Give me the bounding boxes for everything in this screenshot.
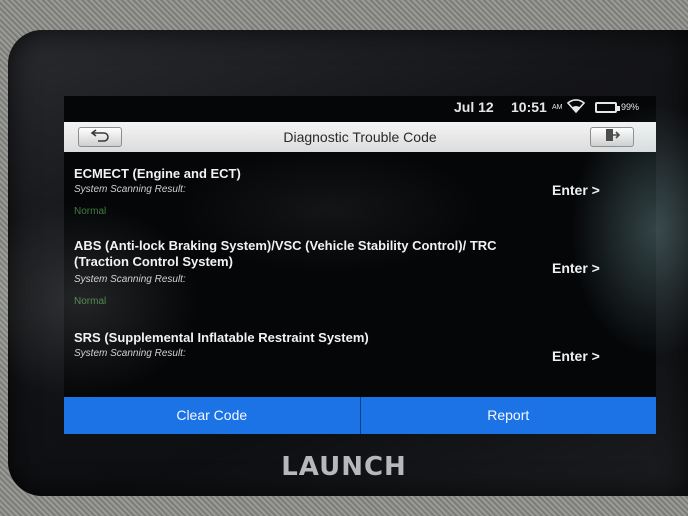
brand-logo: LAUNCH xyxy=(281,452,407,482)
status-time: 10:51 xyxy=(511,99,547,115)
battery-percent: 99% xyxy=(621,102,640,112)
wifi-icon xyxy=(566,99,586,116)
scan-label: System Scanning Result: xyxy=(74,274,186,285)
battery-icon xyxy=(595,102,620,113)
list-item[interactable]: ECMECT (Engine and ECT) System Scanning … xyxy=(64,166,656,226)
scan-result: Normal xyxy=(74,296,107,307)
enter-button[interactable]: Enter > xyxy=(552,348,600,364)
status-date: Jul 12 xyxy=(454,99,494,115)
title-bar: Diagnostic Trouble Code xyxy=(64,122,656,152)
bottom-action-bar: Clear Code Report xyxy=(64,397,656,434)
scan-label: System Scanning Result: xyxy=(74,184,186,195)
page-title: Diagnostic Trouble Code xyxy=(283,129,437,145)
system-name: ABS (Anti-lock Braking System)/VSC (Vehi… xyxy=(74,238,497,269)
device-bezel: Jul 12 10:51 AM 99% Diagnostic Trouble C… xyxy=(0,0,688,516)
scan-label: System Scanning Result: xyxy=(74,348,186,359)
exit-button[interactable] xyxy=(590,127,634,147)
list-item[interactable]: SRS (Supplemental Inflatable Restraint S… xyxy=(64,330,656,380)
enter-button[interactable]: Enter > xyxy=(552,182,600,198)
exit-door-icon xyxy=(604,128,621,147)
status-ampm: AM xyxy=(552,104,563,111)
report-button[interactable]: Report xyxy=(361,397,657,434)
clear-code-button[interactable]: Clear Code xyxy=(64,397,360,434)
status-bar: Jul 12 10:51 AM 99% xyxy=(64,96,656,120)
system-name: SRS (Supplemental Inflatable Restraint S… xyxy=(74,330,369,345)
system-name: ECMECT (Engine and ECT) xyxy=(74,166,241,181)
scan-result: Normal xyxy=(74,206,107,217)
screen: Jul 12 10:51 AM 99% Diagnostic Trouble C… xyxy=(64,96,656,434)
enter-button[interactable]: Enter > xyxy=(552,260,600,276)
list-item[interactable]: ABS (Anti-lock Braking System)/VSC (Vehi… xyxy=(64,238,656,318)
